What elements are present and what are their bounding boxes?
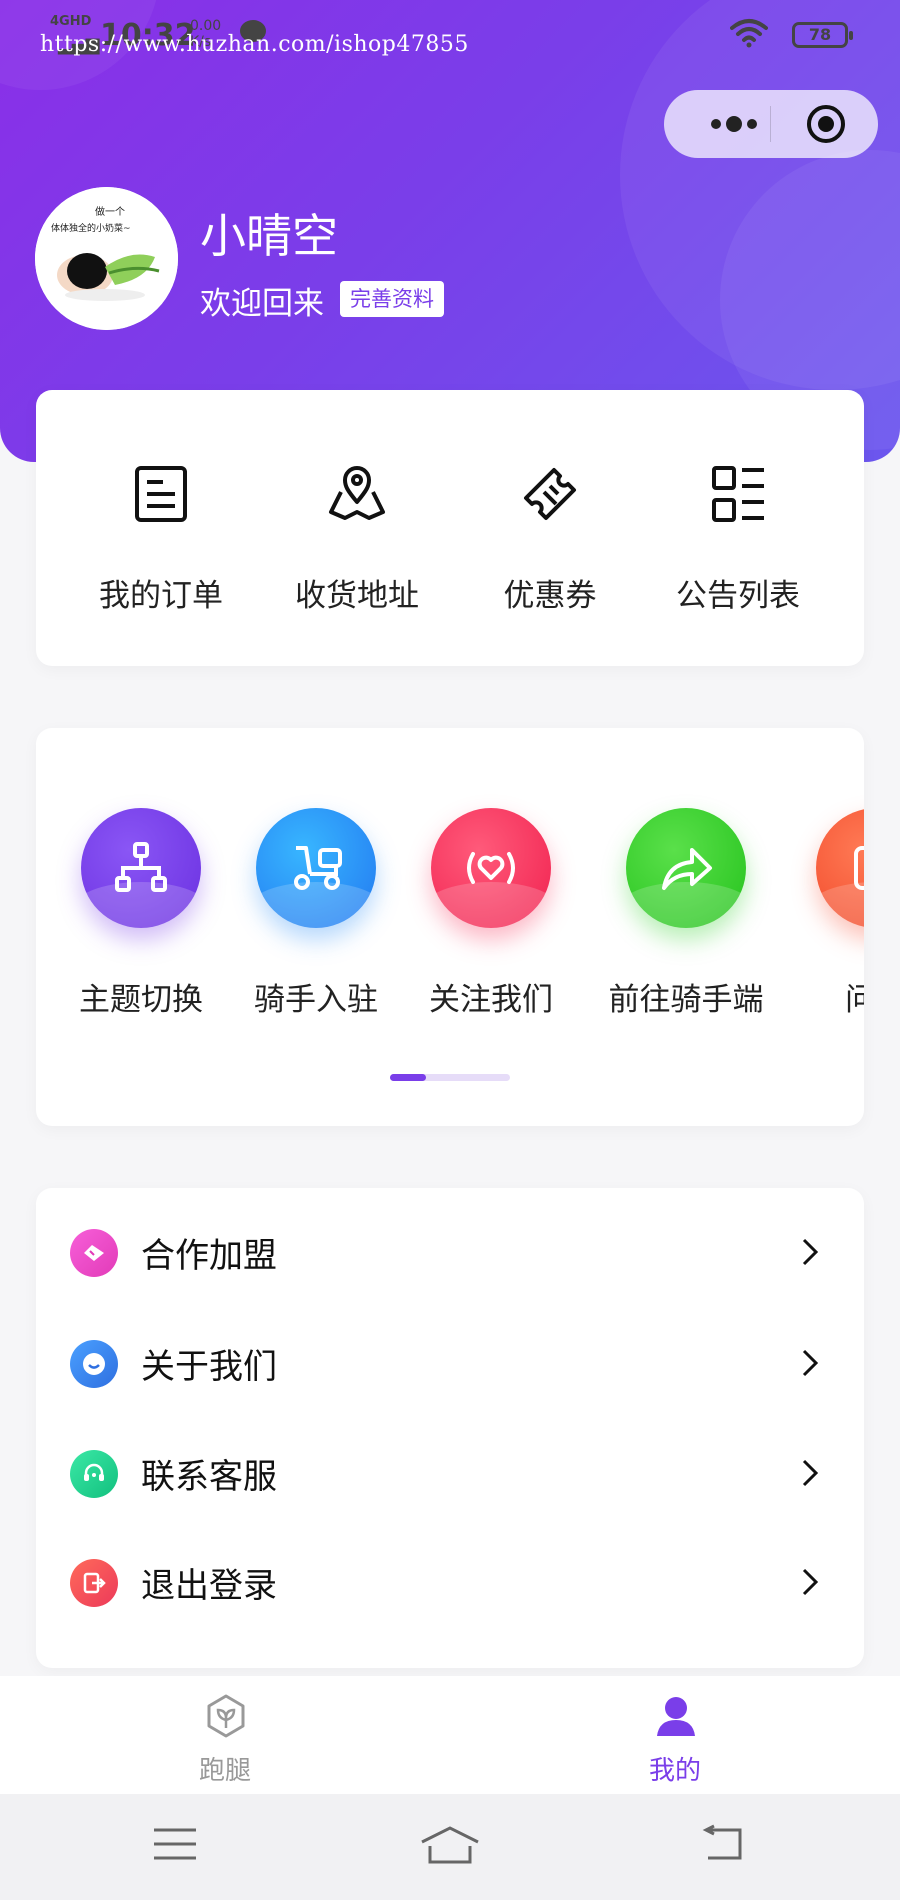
quick-action-label: 我的订单	[99, 578, 223, 614]
announcement-list-icon	[712, 466, 764, 522]
hierarchy-icon	[115, 842, 167, 892]
network-type: 4GHD	[50, 14, 92, 29]
carousel-indicator[interactable]	[390, 1074, 510, 1081]
quick-action-label: 收货地址	[295, 578, 419, 614]
menu-item-support[interactable]: 联系客服	[36, 1417, 864, 1527]
capsule-divider	[770, 106, 771, 142]
smile-icon	[70, 1340, 118, 1388]
welcome-text: 欢迎回来	[200, 286, 324, 322]
location-map-icon	[329, 466, 385, 520]
tool-label: 前往骑手端	[608, 982, 764, 1018]
heart-broadcast-icon	[467, 852, 515, 884]
chevron-right-icon	[802, 1459, 819, 1487]
miniprogram-capsule	[664, 90, 878, 158]
avatar[interactable]: 做一个 体体独全的小奶菜~	[35, 187, 178, 330]
person-icon	[657, 1697, 695, 1736]
tool-label: 关注我们	[429, 982, 553, 1018]
close-miniprogram-icon[interactable]	[806, 104, 846, 144]
more-dots-icon[interactable]	[694, 90, 774, 158]
menu-item-label: 联系客服	[141, 1457, 277, 1497]
my-orders-button[interactable]: 我的订单	[61, 390, 261, 666]
menu-item-logout[interactable]: 退出登录	[36, 1526, 864, 1636]
tool-icon-circle	[816, 808, 864, 928]
battery-icon: 78	[792, 22, 853, 48]
scooter-icon	[294, 846, 342, 890]
complete-profile-button[interactable]: 完善资料	[340, 281, 444, 317]
chevron-right-icon	[802, 1238, 819, 1266]
tool-label: 问题	[845, 982, 864, 1018]
tool-icon-circle	[81, 808, 201, 928]
tool-label: 主题切换	[79, 982, 203, 1018]
avatar-text: 体体独全的小奶菜~	[51, 222, 131, 234]
back-icon[interactable]	[700, 1824, 746, 1864]
tool-icon-circle	[431, 808, 551, 928]
avatar-image: 做一个 体体独全的小奶菜~	[35, 187, 178, 330]
menu-item-about[interactable]: 关于我们	[36, 1307, 864, 1417]
chevron-right-icon	[802, 1568, 819, 1596]
home-icon[interactable]	[420, 1824, 480, 1866]
quick-action-label: 优惠券	[503, 578, 597, 614]
coupon-ticket-icon	[524, 468, 576, 520]
username: 小晴空	[200, 209, 338, 263]
tab-errand[interactable]: 跑腿	[125, 1676, 325, 1794]
watermark-text: https://www.huzhan.com/ishop47855	[40, 32, 469, 57]
menu-item-franchise[interactable]: 合作加盟	[36, 1196, 864, 1306]
menu-item-label: 合作加盟	[141, 1236, 277, 1276]
menu-icon[interactable]	[152, 1824, 198, 1864]
coupons-button[interactable]: 优惠券	[450, 390, 650, 666]
leaf-home-icon	[207, 1694, 245, 1738]
menu-list-card: 合作加盟 关于我们 联系客服 退出登录	[36, 1188, 864, 1668]
headset-icon	[70, 1450, 118, 1498]
tab-label: 跑腿	[198, 1756, 251, 1786]
tab-label: 我的	[648, 1756, 701, 1786]
menu-item-label: 退出登录	[141, 1566, 277, 1606]
quick-actions-card: 我的订单 收货地址 优惠券 公告列表	[36, 390, 864, 666]
quick-action-label: 公告列表	[676, 578, 800, 614]
avatar-text: 做一个	[95, 205, 125, 218]
chevron-right-icon	[802, 1349, 819, 1377]
bottom-tabbar: 跑腿 我的	[0, 1676, 900, 1794]
handshake-icon	[70, 1229, 118, 1277]
wifi-icon	[730, 19, 768, 48]
address-button[interactable]: 收货地址	[257, 390, 457, 666]
system-navigation-bar	[0, 1794, 900, 1900]
logout-icon	[70, 1559, 118, 1607]
tool-icon-circle	[256, 808, 376, 928]
share-arrow-icon	[662, 848, 712, 890]
tab-mine[interactable]: 我的	[575, 1676, 775, 1794]
carousel-indicator-active	[390, 1074, 426, 1081]
tools-carousel-card: 主题切换 骑手入驻 关注我们 前往骑手端 问	[36, 728, 864, 1126]
menu-item-label: 关于我们	[141, 1347, 277, 1387]
announcements-button[interactable]: 公告列表	[638, 390, 838, 666]
feedback-icon	[854, 846, 864, 890]
status-bar: 4GHD ▂▄▆ 10:32 0.00 K/s https://www.huzh…	[0, 0, 900, 70]
tool-icon-circle	[626, 808, 746, 928]
order-list-icon	[135, 466, 187, 522]
tool-label: 骑手入驻	[254, 982, 378, 1018]
